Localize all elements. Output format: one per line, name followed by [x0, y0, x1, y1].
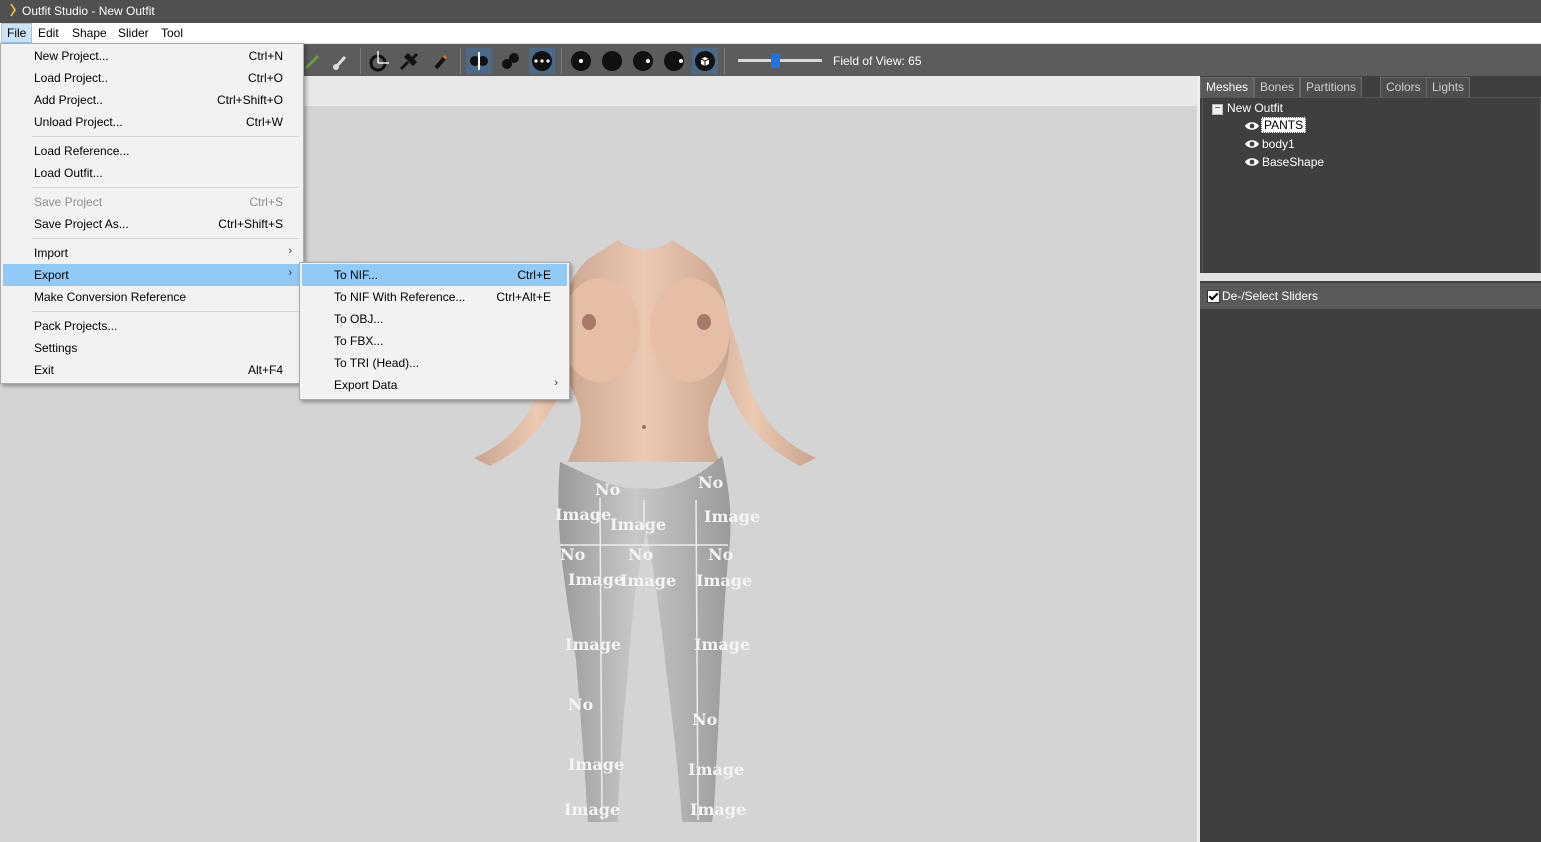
svg-text:Image: Image [704, 507, 760, 526]
menu-item-load-reference[interactable]: Load Reference... [3, 140, 301, 162]
menu-shape[interactable]: Shape [67, 23, 112, 43]
collapse-icon[interactable]: − [1212, 104, 1223, 115]
window-title: Outfit Studio - New Outfit [22, 4, 155, 18]
tab-lights[interactable]: Lights [1426, 77, 1471, 98]
svg-text:Image: Image [568, 755, 624, 774]
menu-item-new-project[interactable]: New Project... Ctrl+N [3, 45, 301, 67]
menu-item-save-project-as[interactable]: Save Project As... Ctrl+Shift+S [3, 213, 301, 235]
svg-text:Image: Image [565, 635, 621, 654]
mesh-tree: − New Outfit PANTS body1 BaseShape [1202, 97, 1541, 274]
eye-icon[interactable] [1244, 157, 1260, 167]
view-front-icon[interactable] [568, 48, 594, 74]
menu-edit[interactable]: Edit [33, 23, 64, 43]
menu-item-add-project[interactable]: Add Project.. Ctrl+Shift+O [3, 89, 301, 111]
global-brush-icon[interactable] [529, 48, 555, 74]
sliders-header: De-/Select Sliders [1200, 283, 1541, 309]
select-sliders-checkbox[interactable] [1207, 290, 1220, 303]
tab-bones[interactable]: Bones [1254, 77, 1301, 98]
svg-text:Image: Image [620, 571, 676, 590]
svg-text:Image: Image [564, 800, 620, 819]
select-sliders-label[interactable]: De-/Select Sliders [1222, 289, 1318, 303]
menu-item-to-fbx[interactable]: To FBX... [302, 330, 567, 352]
svg-text:No: No [698, 473, 724, 492]
menu-tool[interactable]: Tool [156, 23, 188, 43]
tab-colors[interactable]: Colors [1380, 77, 1427, 98]
svg-text:No: No [595, 480, 621, 499]
menu-item-import[interactable]: Import › [3, 242, 301, 264]
menu-separator [32, 187, 299, 188]
view-left-icon[interactable] [630, 48, 656, 74]
menu-item-pack-projects[interactable]: Pack Projects... [3, 315, 301, 337]
perspective-cube-icon[interactable] [692, 48, 718, 74]
svg-text:Image: Image [688, 760, 744, 779]
svg-text:Image: Image [694, 635, 750, 654]
menu-item-to-obj[interactable]: To OBJ... [302, 308, 567, 330]
toolbar-separator [460, 48, 461, 74]
connected-only-icon[interactable] [498, 48, 524, 74]
svg-text:No: No [568, 695, 594, 714]
mirror-x-icon[interactable] [466, 48, 492, 74]
svg-text:No: No [628, 545, 654, 564]
svg-text:Image: Image [610, 515, 666, 534]
menu-separator [32, 238, 299, 239]
file-menu: New Project... Ctrl+N Load Project.. Ctrl+… [0, 43, 304, 384]
menu-item-to-nif[interactable]: To NIF... Ctrl+E [302, 264, 567, 286]
mesh-item-pants[interactable]: PANTS [1261, 117, 1307, 133]
panel-splitter-horizontal[interactable] [1200, 273, 1541, 281]
pencil-icon[interactable] [428, 48, 454, 74]
menu-item-save-project[interactable]: Save Project Ctrl+S [3, 191, 301, 213]
menu-item-export-data[interactable]: Export Data › [302, 374, 567, 396]
fov-slider-track[interactable] [738, 59, 822, 62]
submenu-arrow-icon: › [554, 377, 558, 389]
menu-item-load-outfit[interactable]: Load Outfit... [3, 162, 301, 184]
svg-text:Image: Image [555, 505, 611, 524]
export-submenu: To NIF... Ctrl+E To NIF With Reference...… [299, 262, 570, 400]
toolbar-separator [724, 48, 725, 74]
menu-item-load-project[interactable]: Load Project.. Ctrl+O [3, 67, 301, 89]
svg-text:No: No [692, 710, 718, 729]
fov-slider-thumb[interactable] [771, 53, 780, 68]
view-right-icon[interactable] [661, 48, 687, 74]
menu-item-exit[interactable]: Exit Alt+F4 [3, 359, 301, 381]
tab-meshes[interactable]: Meshes [1200, 77, 1255, 98]
view-back-icon[interactable] [599, 48, 625, 74]
menu-slider[interactable]: Slider [113, 23, 154, 43]
menu-item-to-tri-head[interactable]: To TRI (Head)... [302, 352, 567, 374]
menu-bar: File Edit Shape Slider Tool [0, 23, 1541, 44]
mesh-item-body1[interactable]: body1 [1262, 137, 1295, 151]
menu-separator [32, 136, 299, 137]
toolbar-separator [360, 48, 361, 74]
svg-text:No: No [560, 545, 586, 564]
app-icon [10, 3, 16, 17]
menu-item-to-nif-with-reference[interactable]: To NIF With Reference... Ctrl+Alt+E [302, 286, 567, 308]
right-breast [650, 278, 730, 382]
menu-file[interactable]: File [1, 23, 33, 43]
submenu-arrow-icon: › [288, 245, 292, 257]
mesh-item-baseshape[interactable]: BaseShape [1262, 155, 1324, 169]
transform-icon[interactable] [366, 48, 392, 74]
submenu-arrow-icon: › [288, 267, 292, 279]
menu-item-unload-project[interactable]: Unload Project... Ctrl+W [3, 111, 301, 133]
title-bar: Outfit Studio - New Outfit [0, 0, 1541, 23]
tree-root-label[interactable]: New Outfit [1227, 101, 1283, 115]
toolbar-separator [561, 48, 562, 74]
menu-separator [32, 311, 299, 312]
pivot-icon[interactable] [396, 48, 422, 74]
svg-text:Image: Image [568, 570, 624, 589]
left-breast [560, 278, 640, 382]
menu-item-make-conversion-reference[interactable]: Make Conversion Reference [3, 286, 301, 308]
fov-label: Field of View: 65 [833, 54, 922, 68]
svg-text:No: No [708, 545, 734, 564]
brush-icon[interactable] [328, 48, 354, 74]
svg-text:Image: Image [696, 571, 752, 590]
menu-item-settings[interactable]: Settings [3, 337, 301, 359]
eye-icon[interactable] [1244, 121, 1260, 131]
tab-partitions[interactable]: Partitions [1300, 77, 1363, 98]
menu-item-export[interactable]: Export › [3, 264, 301, 286]
eye-icon[interactable] [1244, 139, 1260, 149]
